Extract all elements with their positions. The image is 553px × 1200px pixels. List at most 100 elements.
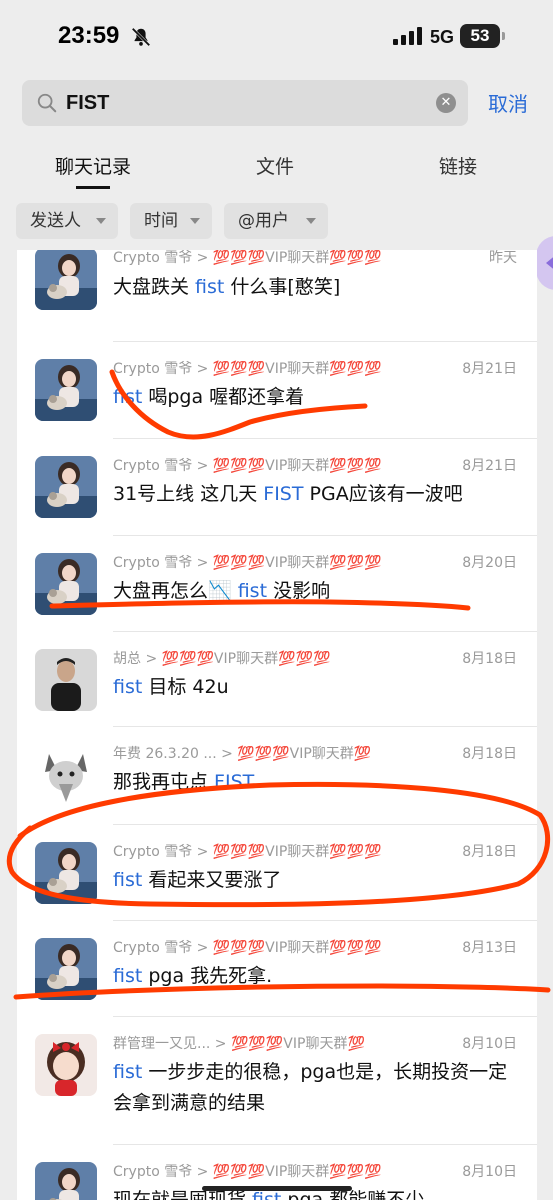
girl-avatar[interactable] xyxy=(35,842,97,904)
result-message: 31号上线 这几天 FIST PGA应该有一波吧 xyxy=(113,479,523,510)
chevron-right-icon: > xyxy=(192,250,213,266)
result-chat-name: 💯💯💯VIP聊天群💯💯💯 xyxy=(212,458,382,474)
girl-avatar[interactable] xyxy=(35,359,97,421)
result-chat-name: 💯💯💯VIP聊天群💯 xyxy=(237,746,372,762)
girl-avatar[interactable] xyxy=(35,250,97,310)
result-sender: Crypto 雪爷 xyxy=(113,844,193,860)
chevron-right-icon: > xyxy=(141,651,162,667)
status-time: 23:59 xyxy=(58,22,120,49)
result-date: 8月20日 xyxy=(462,555,517,571)
clear-icon[interactable]: ✕ xyxy=(436,93,456,113)
tab-links[interactable]: 链接 xyxy=(398,152,518,179)
bell-off-icon xyxy=(131,27,151,47)
result-date: 8月21日 xyxy=(462,361,517,377)
keyword-highlight: fist xyxy=(237,580,268,602)
search-icon xyxy=(37,93,57,113)
keyword-highlight: fist xyxy=(113,676,143,698)
filter-time-label: 时间 xyxy=(144,211,178,231)
message-text: 喝pga 喔都还拿着 xyxy=(142,386,305,408)
search-tabs: 聊天记录 文件 链接 xyxy=(0,140,553,190)
cartoon-girl-avatar[interactable] xyxy=(35,1034,97,1096)
caret-down-icon xyxy=(306,218,316,224)
caret-down-icon xyxy=(190,218,200,224)
keyword-highlight: fist xyxy=(113,1061,143,1083)
caret-down-icon xyxy=(96,218,106,224)
result-sender: Crypto 雪爷 xyxy=(113,555,193,571)
message-text: 目标 42u xyxy=(142,676,229,698)
result-sender-chat: Crypto 雪爷 > 💯💯💯VIP聊天群💯💯💯 xyxy=(113,1161,443,1181)
man-avatar[interactable] xyxy=(35,649,97,711)
girl-avatar[interactable] xyxy=(35,553,97,615)
result-sender-chat: Crypto 雪爷 > 💯💯💯VIP聊天群💯💯💯 xyxy=(113,455,443,475)
girl-avatar[interactable] xyxy=(35,1162,97,1200)
result-sender-chat: 群管理一又见... > 💯💯💯VIP聊天群💯 xyxy=(113,1033,443,1053)
filter-bar: 发送人 时间 @用户 xyxy=(0,203,553,239)
chevron-right-icon: > xyxy=(216,746,238,762)
result-sender: Crypto 雪爷 xyxy=(113,361,193,377)
result-sender-chat: Crypto 雪爷 > 💯💯💯VIP聊天群💯💯💯 xyxy=(113,841,443,861)
result-row[interactable]: Crypto 雪爷 > 💯💯💯VIP聊天群💯💯💯 8月20日大盘再怎么📉 fist… xyxy=(17,536,537,632)
signal-icon xyxy=(393,27,422,45)
filter-mention[interactable]: @用户 xyxy=(224,203,328,239)
result-chat-name: 💯💯💯VIP聊天群💯💯💯 xyxy=(212,844,382,860)
result-date: 8月10日 xyxy=(462,1164,517,1180)
result-sender: Crypto 雪爷 xyxy=(113,458,193,474)
filter-time[interactable]: 时间 xyxy=(130,203,212,239)
battery-icon: 53 xyxy=(460,24,505,48)
result-sender: 群管理一又见... xyxy=(113,1036,211,1052)
result-message: fist 目标 42u xyxy=(113,672,523,703)
filter-sender[interactable]: 发送人 xyxy=(16,203,118,239)
network-type: 5G xyxy=(430,27,455,47)
result-chat-name: 💯💯💯VIP聊天群💯💯💯 xyxy=(212,361,382,377)
home-indicator xyxy=(202,1186,352,1191)
keyword-highlight: fist xyxy=(113,869,143,891)
result-message: 大盘再怎么📉 fist 没影响 xyxy=(113,576,523,607)
result-chat-name: 💯💯💯VIP聊天群💯💯💯 xyxy=(212,555,382,571)
chevron-right-icon: > xyxy=(192,458,213,474)
keyword-highlight: fist xyxy=(113,965,143,987)
result-chat-name: 💯💯💯VIP聊天群💯💯💯 xyxy=(212,940,382,956)
result-message: fist 喝pga 喔都还拿着 xyxy=(113,382,523,413)
girl-avatar[interactable] xyxy=(35,456,97,518)
result-sender-chat: Crypto 雪爷 > 💯💯💯VIP聊天群💯💯💯 xyxy=(113,358,443,378)
result-row[interactable]: 年费 26.3.20 ... > 💯💯💯VIP聊天群💯 8月18日 那我再屯点 FI… xyxy=(17,727,537,825)
result-row[interactable]: Crypto 雪爷 > 💯💯💯VIP聊天群💯💯💯 8月21日 31号上线 这几天 F… xyxy=(17,439,537,536)
result-message: fist pga 我先死拿. xyxy=(113,961,523,992)
result-row[interactable]: Crypto 雪爷 > 💯💯💯VIP聊天群💯💯💯 8月10日 现在就是囤现货 fis… xyxy=(17,1145,537,1200)
chevron-right-icon: > xyxy=(192,1164,213,1180)
tab-chat-history[interactable]: 聊天记录 xyxy=(33,152,153,179)
result-date: 8月18日 xyxy=(462,844,517,860)
result-date: 8月18日 xyxy=(462,651,517,667)
result-chat-name: 💯💯💯VIP聊天群💯💯💯 xyxy=(212,1164,382,1180)
search-box[interactable] xyxy=(22,80,468,126)
message-text: 大盘再怎么📉 xyxy=(113,580,238,602)
result-message: fist 一步步走的很稳，pga也是，长期投资一定会拿到满意的结果 xyxy=(113,1057,523,1119)
result-date: 8月10日 xyxy=(462,1036,517,1052)
message-text: 大盘跌关 xyxy=(113,276,196,298)
result-sender: Crypto 雪爷 xyxy=(113,1164,193,1180)
search-input[interactable] xyxy=(66,88,426,118)
message-text: 一步步走的很稳，pga也是，长期投资一定会拿到满意的结果 xyxy=(113,1061,508,1114)
active-tab-underline xyxy=(76,186,110,189)
status-bar: 23:59 5G 53 xyxy=(0,0,553,70)
result-chat-name: 💯💯💯VIP聊天群💯💯💯 xyxy=(212,250,382,266)
message-text: 看起来又要涨了 xyxy=(142,869,282,891)
cat-avatar[interactable] xyxy=(35,744,97,806)
result-row[interactable]: 胡总 > 💯💯💯VIP聊天群💯💯💯 8月18日 fist 目标 42u xyxy=(17,632,537,727)
result-sender-chat: Crypto 雪爷 > 💯💯💯VIP聊天群💯💯💯 xyxy=(113,552,443,572)
chevron-right-icon: > xyxy=(192,940,213,956)
result-chat-name: 💯💯💯VIP聊天群💯💯💯 xyxy=(161,651,331,667)
girl-avatar[interactable] xyxy=(35,938,97,1000)
floating-assistant-icon[interactable] xyxy=(536,236,553,290)
result-row[interactable]: Crypto 雪爷 > 💯💯💯VIP聊天群💯💯💯 8月21日 fist 喝pga 喔… xyxy=(17,342,537,439)
result-sender-chat: Crypto 雪爷 > 💯💯💯VIP聊天群💯💯💯 xyxy=(113,250,443,267)
result-row[interactable]: Crypto 雪爷 > 💯💯💯VIP聊天群💯💯💯 8月18日 fist 看起来又要涨… xyxy=(17,825,537,921)
result-row[interactable]: Crypto 雪爷 > 💯💯💯VIP聊天群💯💯💯 昨天 大盘跌关 fist 什么事[… xyxy=(17,250,537,342)
tab-files[interactable]: 文件 xyxy=(215,152,335,179)
result-date: 8月18日 xyxy=(462,746,517,762)
cancel-button[interactable]: 取消 xyxy=(488,88,528,117)
result-row[interactable]: 群管理一又见... > 💯💯💯VIP聊天群💯 8月10日 fist 一步步走的很稳，… xyxy=(17,1017,537,1145)
result-row[interactable]: Crypto 雪爷 > 💯💯💯VIP聊天群💯💯💯 8月13日 fist pga 我先… xyxy=(17,921,537,1017)
result-sender: 年费 26.3.20 ... xyxy=(113,746,217,762)
message-text: pga 我先死拿. xyxy=(142,965,273,987)
